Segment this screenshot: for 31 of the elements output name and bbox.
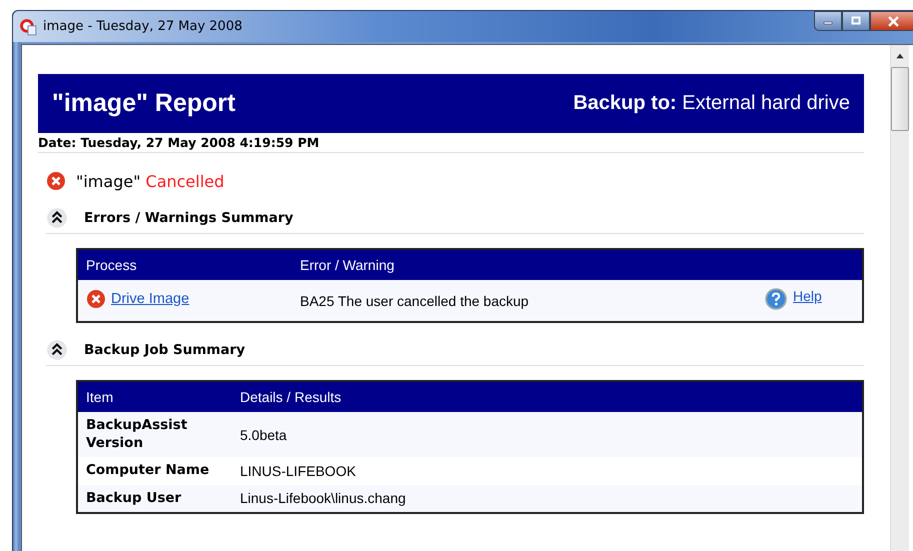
help-icon[interactable] [764,287,788,311]
column-header: Details / Results [232,381,863,412]
column-header: Error / Warning [292,249,863,280]
app-icon [19,18,37,36]
scrollbar[interactable] [890,45,909,551]
table-cell: 5.0beta [232,412,863,458]
item-cell: BackupAssist Version [77,412,232,458]
scroll-thumb[interactable] [891,67,909,131]
column-header: Item [77,381,232,412]
table-cell: BA25 The user cancelled the backup [292,280,756,322]
table-cell: Linus-Lifebook\linus.chang [232,484,863,514]
section-title: Backup Job Summary [84,342,246,358]
report-title: "image" Report [52,89,236,118]
minimize-button[interactable] [814,11,842,31]
process-link[interactable]: Drive Image [111,291,190,307]
maximize-icon [851,16,861,26]
close-button[interactable] [870,11,913,31]
collapse-icon[interactable] [46,207,68,229]
report-date: Date: Tuesday, 27 May 2008 4:19:59 PM [38,133,864,153]
maximize-button[interactable] [842,11,870,31]
job-status: "image" Cancelled [76,172,224,190]
close-icon [888,16,898,26]
item-cell: Backup User [77,484,232,514]
destination-text: Backup to: External hard drive [573,92,850,115]
help-link[interactable]: Help [793,288,822,304]
item-cell: Computer Name [77,457,232,485]
collapse-icon[interactable] [46,339,68,361]
window-title: image - Tuesday, 27 May 2008 [43,19,242,34]
table-cell: LINUS-LIFEBOOK [232,457,863,485]
column-header: Process [77,249,292,280]
section-title: Errors / Warnings Summary [84,210,294,226]
